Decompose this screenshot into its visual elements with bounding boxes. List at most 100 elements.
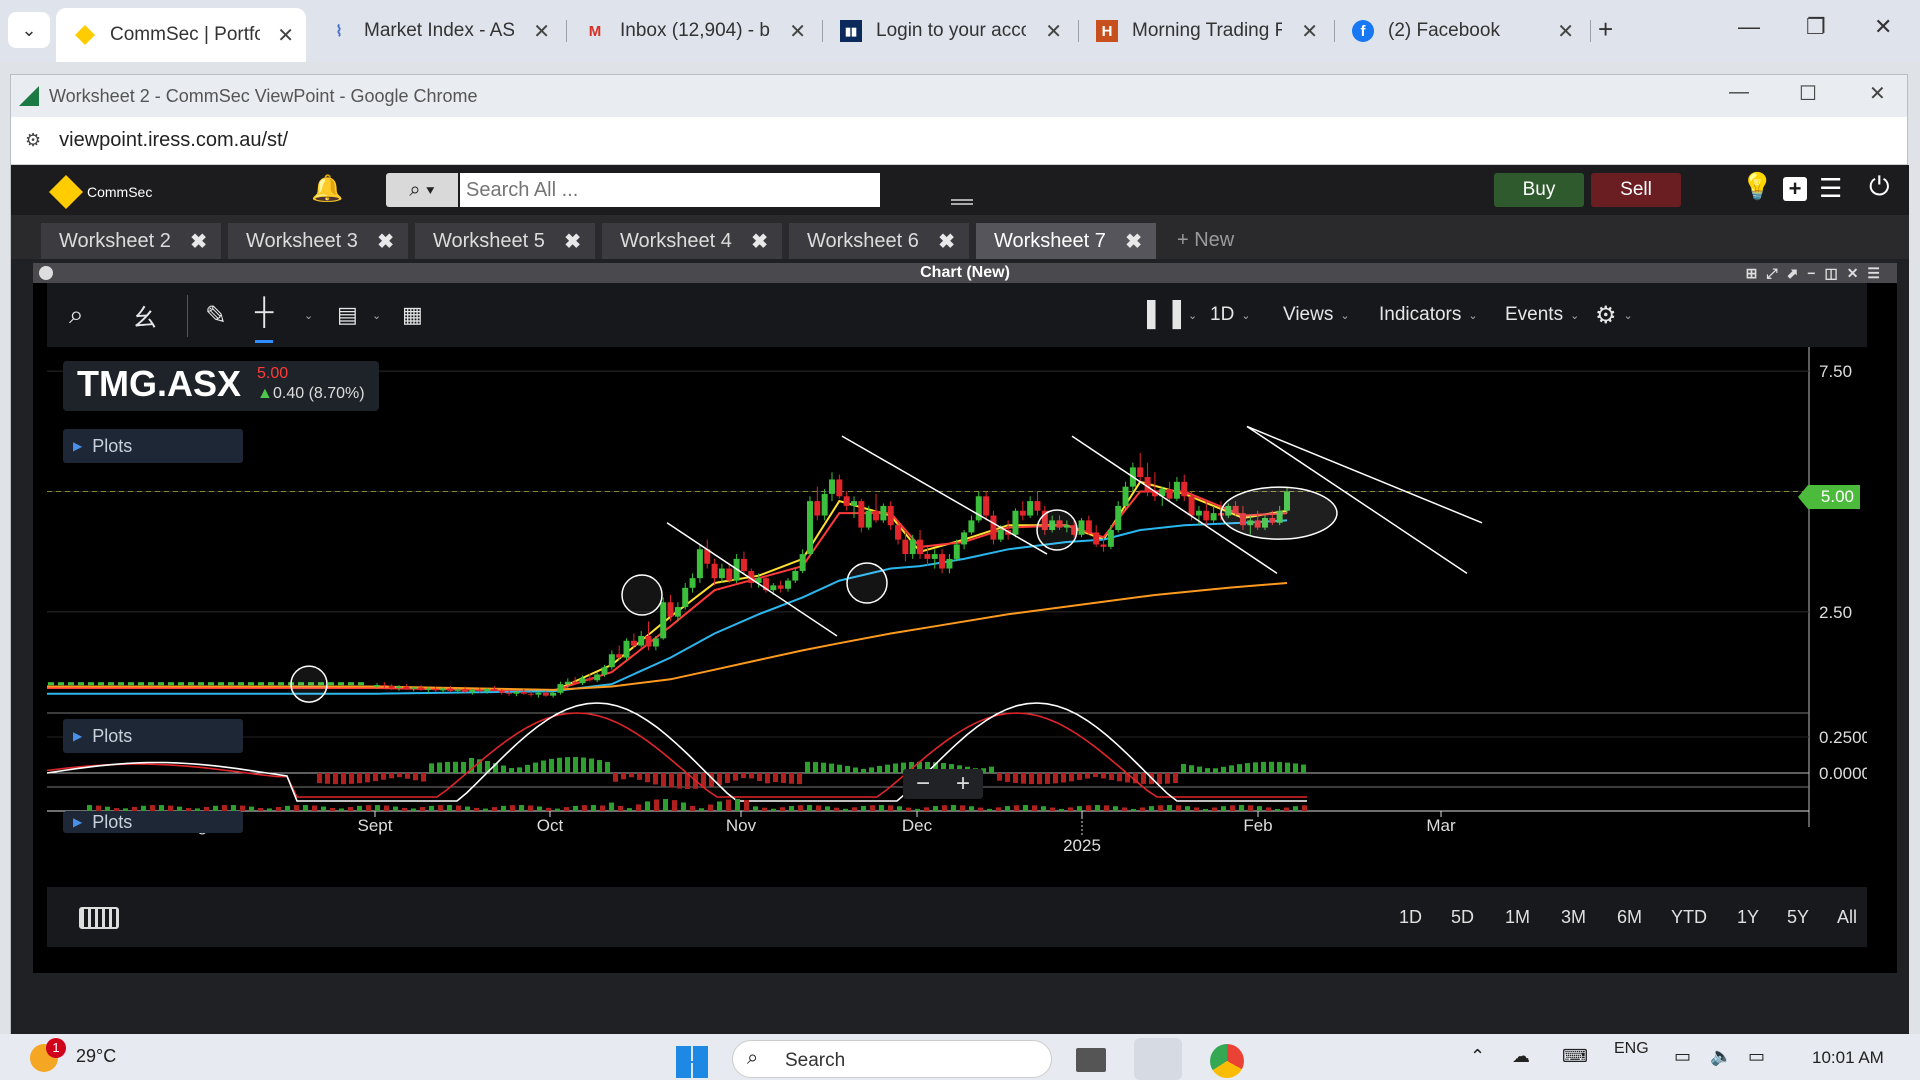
power-icon[interactable]: ⏻ xyxy=(1869,171,1890,203)
bell-icon[interactable]: 🔔 xyxy=(311,173,343,204)
plots-label: Plots xyxy=(92,725,133,746)
drag-handle-icon[interactable] xyxy=(951,199,973,205)
views-dropdown[interactable]: Views ⌄ xyxy=(1283,283,1350,347)
volume-bar xyxy=(735,799,740,811)
close-icon[interactable]: ✕ xyxy=(277,23,294,48)
keyboard-icon[interactable] xyxy=(79,907,119,929)
chevron-down-icon[interactable]: ⌄ xyxy=(297,283,313,347)
indicator-add-icon[interactable]: ⺓ xyxy=(133,283,157,347)
panel-controls[interactable]: ⊞⤢⬈−◫✕☰ xyxy=(1746,263,1889,283)
browser-tab-login[interactable]: ▮▮ Login to your acco ✕ xyxy=(822,10,1074,52)
candles-icon[interactable]: ▌▐ ⌄ xyxy=(1147,283,1197,347)
browser-tab-gmail[interactable]: M Inbox (12,904) - br ✕ xyxy=(566,10,818,52)
range-6m[interactable]: 6M xyxy=(1617,907,1642,928)
close-icon[interactable]: ✕ xyxy=(1557,19,1574,44)
display-icon[interactable]: ▭ xyxy=(1674,1046,1691,1067)
snipping-tool-icon[interactable] xyxy=(1134,1038,1182,1080)
maximize-button[interactable]: ☐ xyxy=(1799,81,1817,106)
tab-worksheet-4[interactable]: Worksheet 4 ✖ xyxy=(602,223,782,259)
plots-button-volume[interactable]: ▶ Plots xyxy=(63,811,243,833)
taskbar-search[interactable]: ⌕ Search xyxy=(732,1040,1052,1078)
browser-tab-morning-trading[interactable]: H Morning Trading F ✕ xyxy=(1078,10,1330,52)
pencil-icon[interactable]: ✎ xyxy=(205,283,227,347)
close-icon[interactable]: ✖ xyxy=(1125,229,1142,254)
search-input[interactable] xyxy=(460,173,880,207)
range-3m[interactable]: 3M xyxy=(1561,907,1586,928)
file-explorer-icon[interactable] xyxy=(1076,1048,1106,1072)
close-icon[interactable]: ✕ xyxy=(1045,19,1062,44)
chart-area[interactable]: 7.505.002.500.25000.0000AugSeptOctNovDec… xyxy=(47,347,1867,887)
comment-icon[interactable]: ▤ xyxy=(337,283,358,347)
crosshair-icon[interactable]: ┼ xyxy=(255,283,274,343)
tab-search-button[interactable]: ⌄ xyxy=(8,12,50,48)
chrome-icon[interactable] xyxy=(1210,1044,1244,1078)
new-tab-button[interactable]: + xyxy=(1598,14,1613,45)
browser-tab-facebook[interactable]: f (2) Facebook ✕ xyxy=(1334,10,1586,52)
histogram-bar xyxy=(1301,764,1306,773)
tab-worksheet-3[interactable]: Worksheet 3 ✖ xyxy=(228,223,408,259)
tab-worksheet-5[interactable]: Worksheet 5 ✖ xyxy=(415,223,595,259)
range-5y[interactable]: 5Y xyxy=(1787,907,1809,928)
close-window-button[interactable]: ✕ xyxy=(1869,81,1886,106)
candle-body xyxy=(188,682,194,686)
tab-worksheet-2[interactable]: Worksheet 2 ✖ xyxy=(41,223,221,259)
chevron-down-icon[interactable]: ⌄ xyxy=(365,283,381,347)
close-icon[interactable]: ✕ xyxy=(1301,19,1318,44)
range-ytd[interactable]: YTD xyxy=(1671,907,1707,928)
address-bar[interactable]: ⚙ viewpoint.iress.com.au/st/ xyxy=(11,117,1907,165)
lightbulb-icon[interactable]: 💡 xyxy=(1741,171,1773,202)
range-1y[interactable]: 1Y xyxy=(1737,907,1759,928)
ma-helper xyxy=(377,492,1287,691)
site-info-icon[interactable]: ⚙ xyxy=(25,130,41,151)
gear-icon[interactable]: ⚙ ⌄ xyxy=(1595,283,1633,347)
speaker-icon[interactable]: 🔈 xyxy=(1710,1046,1732,1067)
close-icon[interactable]: ✖ xyxy=(190,229,207,254)
cloud-icon[interactable]: ☁ xyxy=(1512,1046,1530,1067)
new-worksheet-button[interactable]: + New xyxy=(1177,229,1234,252)
zoom-icon[interactable]: ⌕ xyxy=(69,283,84,347)
clock-time[interactable]: 10:01 AM xyxy=(1812,1048,1884,1068)
close-icon[interactable]: ✖ xyxy=(564,229,581,254)
add-icon[interactable]: + xyxy=(1783,177,1807,201)
buy-button[interactable]: Buy xyxy=(1494,173,1584,207)
close-icon[interactable]: ✖ xyxy=(377,229,394,254)
time-tick-label: Mar xyxy=(1426,816,1456,835)
minimize-button[interactable]: — xyxy=(1729,81,1749,104)
language-indicator[interactable]: ENG xyxy=(1614,1040,1649,1058)
tab-worksheet-6[interactable]: Worksheet 6 ✖ xyxy=(789,223,969,259)
plots-button-oscillator[interactable]: ▶ Plots xyxy=(63,719,243,753)
volume-bar xyxy=(447,805,452,811)
range-all[interactable]: All xyxy=(1837,907,1857,928)
search-type-button[interactable]: ⌕ ▾ xyxy=(386,173,458,207)
browser-tab-market-index[interactable]: ⌇ Market Index - ASX ✕ xyxy=(310,10,562,52)
close-window-button[interactable]: ✕ xyxy=(1874,14,1892,40)
range-1d[interactable]: 1D xyxy=(1399,907,1422,928)
url-text[interactable]: viewpoint.iress.com.au/st/ xyxy=(59,129,288,152)
windows-start-icon[interactable] xyxy=(676,1046,708,1078)
zoom-out-button[interactable]: − xyxy=(916,770,930,798)
indicators-dropdown[interactable]: Indicators ⌄ xyxy=(1379,283,1478,347)
range-1m[interactable]: 1M xyxy=(1505,907,1530,928)
close-icon[interactable]: ✕ xyxy=(533,19,550,44)
restore-button[interactable]: ❐ xyxy=(1806,14,1826,40)
tab-worksheet-7[interactable]: Worksheet 7 ✖ xyxy=(976,223,1156,259)
volume-bar xyxy=(276,806,281,811)
range-5d[interactable]: 5D xyxy=(1451,907,1474,928)
keyboard-layout-icon[interactable]: ⌨ xyxy=(1562,1046,1588,1067)
zoom-in-button[interactable]: + xyxy=(956,770,970,798)
sell-button[interactable]: Sell xyxy=(1591,173,1681,207)
events-dropdown[interactable]: Events ⌄ xyxy=(1505,283,1579,347)
close-icon[interactable]: ✖ xyxy=(938,229,955,254)
candle-body xyxy=(880,505,887,521)
table-icon[interactable]: ▦ xyxy=(402,283,423,347)
plots-button-price[interactable]: ▶ Plots xyxy=(63,429,243,463)
browser-tab-commsec[interactable]: CommSec | Portfolio ✕ xyxy=(56,8,306,62)
interval-dropdown[interactable]: 1D ⌄ xyxy=(1210,283,1251,347)
battery-icon[interactable]: ▭ xyxy=(1748,1046,1765,1067)
close-icon[interactable]: ✕ xyxy=(789,19,806,44)
chevron-up-icon[interactable]: ⌃ xyxy=(1470,1046,1485,1067)
price-chart[interactable]: 7.505.002.500.25000.0000AugSeptOctNovDec… xyxy=(47,347,1867,887)
minimize-button[interactable]: — xyxy=(1738,14,1760,40)
close-icon[interactable]: ✖ xyxy=(751,229,768,254)
menu-icon[interactable]: ☰ xyxy=(1819,173,1842,204)
